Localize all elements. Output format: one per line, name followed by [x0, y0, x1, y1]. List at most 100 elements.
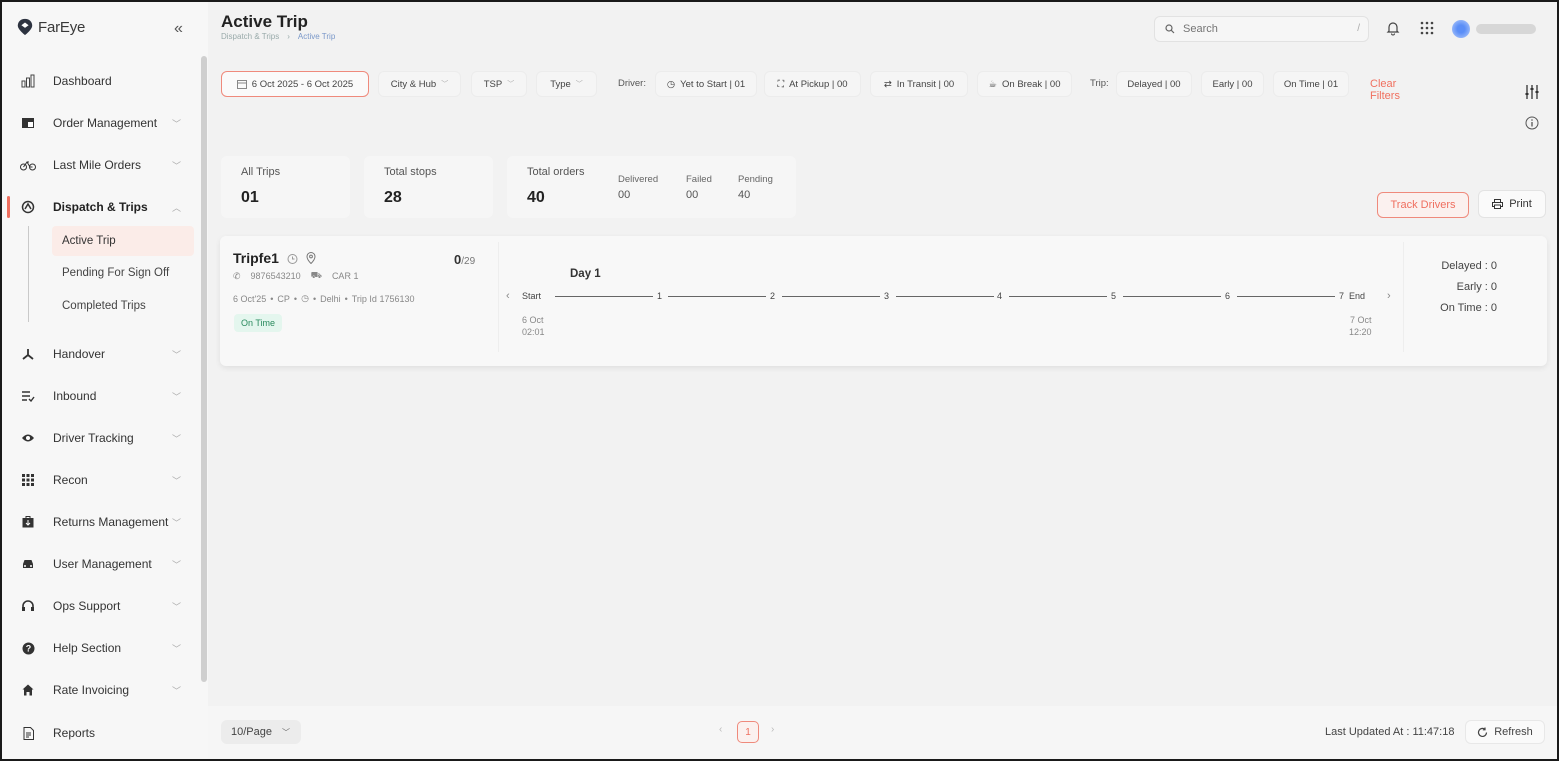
track-drivers-button[interactable]: Track Drivers	[1377, 192, 1469, 218]
page-size-select[interactable]: 10/Page ﹀	[221, 720, 301, 744]
timeline-day: Day 1	[570, 268, 601, 280]
yet-to-start-filter[interactable]: ◷ Yet to Start | 01	[655, 71, 757, 97]
timeline-next-icon[interactable]: ›	[1387, 290, 1391, 302]
trip-stop-progress: 0/29	[454, 252, 475, 267]
city-hub-filter[interactable]: City & Hub ﹀	[378, 71, 461, 97]
sidebar-item-dispatch-trips[interactable]: Dispatch & Trips ︿	[0, 189, 198, 225]
on-break-filter[interactable]: ☕ On Break | 00	[977, 71, 1072, 97]
sidebar-item-driver-tracking[interactable]: Driver Tracking ﹀	[0, 420, 198, 456]
sidebar-item-inbound[interactable]: Inbound ﹀	[0, 378, 198, 414]
sidebar-subitem-pending-sign-off[interactable]: Pending For Sign Off	[52, 258, 194, 288]
early-filter[interactable]: Early | 00	[1201, 71, 1264, 97]
apps-grid-icon[interactable]	[1420, 21, 1434, 35]
sidebar-item-returns-management[interactable]: Returns Management ﹀	[0, 504, 198, 540]
date-range-filter[interactable]: 6 Oct 2025 - 6 Oct 2025	[221, 71, 369, 97]
sidebar-item-user-management[interactable]: User Management ﹀	[0, 546, 198, 582]
delayed-filter[interactable]: Delayed | 00	[1116, 71, 1192, 97]
sidebar-item-dashboard[interactable]: Dashboard	[0, 63, 198, 99]
sidebar-item-handover[interactable]: Handover ﹀	[0, 336, 198, 372]
refresh-button[interactable]: Refresh	[1465, 720, 1545, 744]
collapse-sidebar-icon[interactable]: «	[174, 20, 183, 38]
timeline-stop-end[interactable]: End	[1349, 291, 1365, 301]
stat-value: 40	[527, 189, 545, 206]
timeline-stop-4[interactable]: 4	[997, 291, 1002, 301]
trip-city: Delhi	[320, 293, 341, 304]
sidebar-item-last-mile-orders[interactable]: Last Mile Orders ﹀	[0, 147, 198, 183]
info-icon[interactable]	[1525, 116, 1539, 130]
stat-all-trips: All Trips 01	[221, 156, 350, 218]
logo[interactable]: FarEye	[16, 18, 85, 36]
early-count: Early : 0	[1456, 281, 1497, 293]
sidebar-item-label: Ops Support	[53, 599, 121, 613]
timeline-stop-6[interactable]: 6	[1225, 291, 1230, 301]
sidebar-scrollbar[interactable]	[201, 56, 207, 682]
trip-name: Tripfe1	[233, 250, 279, 266]
sidebar-item-ops-support[interactable]: Ops Support ﹀	[0, 588, 198, 624]
sidebar-item-reports[interactable]: Reports	[0, 715, 198, 751]
sidebar-item-order-management[interactable]: Order Management ﹀	[0, 105, 198, 141]
driver-filter-label: Driver:	[618, 78, 646, 89]
timeline-stop-5[interactable]: 5	[1111, 291, 1116, 301]
breadcrumb-item[interactable]: Dispatch & Trips	[221, 32, 279, 41]
breadcrumb-separator: ›	[287, 32, 290, 41]
clear-filters-link[interactable]: Clear Filters	[1370, 78, 1400, 102]
last-updated: Last Updated At : 11:47:18	[1325, 726, 1455, 738]
sidebar-subitem-completed-trips[interactable]: Completed Trips	[52, 291, 194, 321]
card-divider	[1403, 242, 1404, 352]
prev-page-icon[interactable]: ‹	[719, 724, 722, 735]
timer-icon[interactable]	[287, 253, 298, 264]
chevron-up-icon: ︿	[172, 202, 182, 213]
sidebar-subitem-active-trip[interactable]: Active Trip	[52, 226, 194, 256]
date-range-label: 6 Oct 2025 - 6 Oct 2025	[251, 78, 354, 90]
on-time-filter[interactable]: On Time | 01	[1273, 71, 1349, 97]
timeline-stop-7[interactable]: 7	[1339, 291, 1344, 301]
sidebar-item-label: Dispatch & Trips	[53, 200, 148, 214]
chevron-down-icon: ﹀	[172, 475, 182, 486]
refresh-icon	[1478, 727, 1488, 737]
type-filter[interactable]: Type ﹀	[536, 71, 597, 97]
card-divider	[498, 242, 499, 352]
sidebar-item-recon[interactable]: Recon ﹀	[0, 462, 198, 498]
trip-punctuality: Delayed : 0 Early : 0 On Time : 0	[1440, 256, 1497, 319]
timeline-stop-start[interactable]: Start	[522, 291, 541, 301]
chevron-down-icon: ﹀	[281, 727, 290, 737]
in-transit-filter[interactable]: ⇄ In Transit | 00	[870, 71, 968, 97]
search-input[interactable]	[1183, 23, 1343, 35]
bell-icon[interactable]	[1385, 20, 1401, 36]
svg-text:?: ?	[25, 643, 31, 653]
sidebar-item-help-section[interactable]: ? Help Section ﹀	[0, 630, 198, 666]
search-box[interactable]: /	[1154, 16, 1369, 42]
timeline-stop-2[interactable]: 2	[770, 291, 775, 301]
filter-settings-icon[interactable]	[1524, 84, 1540, 100]
stat-sub-label: Failed	[686, 174, 712, 185]
location-pin-icon[interactable]	[306, 252, 316, 264]
chevron-down-icon: ﹀	[172, 643, 182, 654]
trip-title: Tripfe1	[233, 250, 316, 266]
handover-icon	[20, 346, 36, 362]
user-avatar[interactable]	[1452, 20, 1538, 38]
document-icon	[20, 725, 36, 741]
page-number-current[interactable]: 1	[737, 721, 759, 743]
tsp-filter[interactable]: TSP ﹀	[471, 71, 527, 97]
stat-label: Total stops	[384, 166, 437, 178]
next-page-icon[interactable]: ›	[771, 724, 774, 735]
break-icon: ☕	[988, 78, 998, 90]
trip-card[interactable]: Tripfe1 0/29 ✆ 9876543210 ⛟ CAR 1 6 Oct'…	[220, 236, 1547, 366]
on-time-count: On Time : 0	[1440, 302, 1497, 314]
at-pickup-filter[interactable]: ⛶ At Pickup | 00	[764, 71, 861, 97]
calendar-icon	[236, 80, 247, 89]
trip-filter-label: Trip:	[1090, 78, 1109, 89]
avatar-name-blurred	[1476, 24, 1536, 34]
timeline-stop-3[interactable]: 3	[884, 291, 889, 301]
stat-label: All Trips	[241, 166, 281, 178]
separator-dot: •	[293, 293, 298, 304]
timeline-stop-1[interactable]: 1	[657, 291, 662, 301]
city-hub-label: City & Hub	[390, 78, 437, 90]
print-button[interactable]: Print	[1478, 190, 1546, 218]
timeline-start-time: 6 Oct 02:01	[522, 314, 545, 338]
brand-name: FarEye	[38, 18, 86, 36]
sidebar-item-rate-invoicing[interactable]: Rate Invoicing ﹀	[0, 672, 198, 708]
timeline-segment	[1237, 296, 1335, 297]
timeline-prev-icon[interactable]: ‹	[506, 290, 510, 302]
chevron-down-icon: ﹀	[172, 685, 182, 696]
